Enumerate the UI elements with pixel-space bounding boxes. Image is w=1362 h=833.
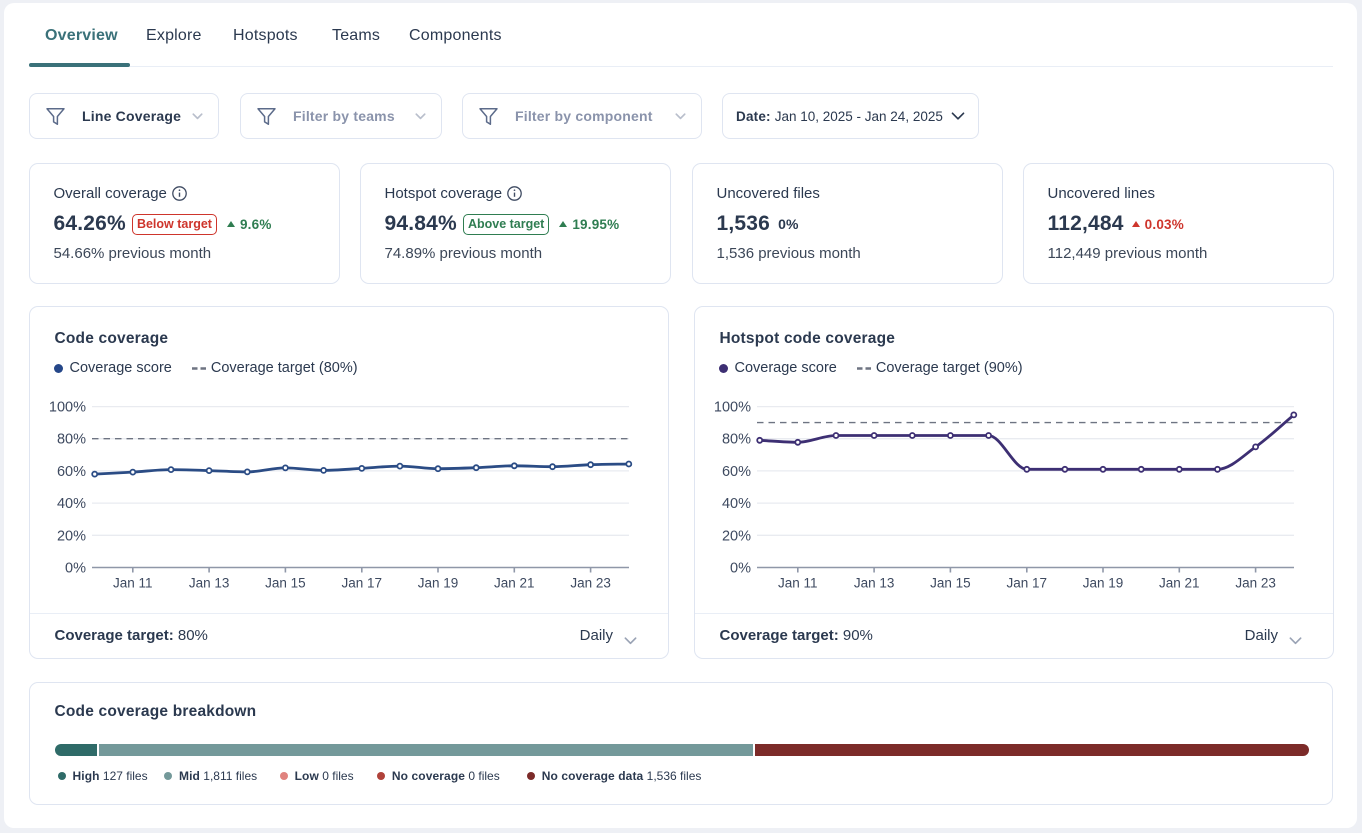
svg-text:Jan 23: Jan 23: [1235, 576, 1276, 591]
svg-text:60%: 60%: [57, 464, 86, 480]
svg-text:Jan 11: Jan 11: [113, 576, 153, 591]
svg-text:0%: 0%: [65, 561, 86, 577]
svg-text:100%: 100%: [714, 400, 751, 416]
svg-text:40%: 40%: [57, 496, 86, 512]
svg-text:60%: 60%: [722, 464, 751, 480]
svg-text:Jan 19: Jan 19: [418, 576, 459, 591]
svg-text:Jan 19: Jan 19: [1083, 576, 1124, 591]
svg-text:80%: 80%: [57, 432, 86, 448]
svg-text:Jan 23: Jan 23: [570, 576, 611, 591]
svg-text:Jan 21: Jan 21: [494, 576, 535, 591]
svg-text:Jan 21: Jan 21: [1159, 576, 1200, 591]
svg-text:Jan 15: Jan 15: [265, 576, 306, 591]
svg-text:20%: 20%: [722, 528, 751, 544]
svg-text:100%: 100%: [49, 400, 86, 416]
svg-text:20%: 20%: [57, 528, 86, 544]
svg-text:Jan 17: Jan 17: [342, 576, 383, 591]
svg-text:Jan 13: Jan 13: [189, 576, 230, 591]
svg-text:Jan 15: Jan 15: [930, 576, 971, 591]
svg-text:Jan 11: Jan 11: [778, 576, 818, 591]
svg-text:Jan 13: Jan 13: [854, 576, 895, 591]
svg-text:40%: 40%: [722, 496, 751, 512]
svg-text:80%: 80%: [722, 432, 751, 448]
svg-text:Jan 17: Jan 17: [1007, 576, 1048, 591]
svg-text:0%: 0%: [730, 561, 751, 577]
